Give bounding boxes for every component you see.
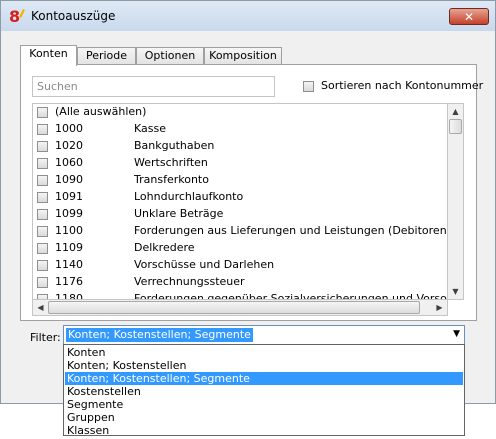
filter-option[interactable]: Segmente <box>65 398 463 411</box>
filter-option[interactable]: Klassen <box>65 424 463 437</box>
tab-periode[interactable]: Periode <box>77 47 136 65</box>
account-name: Delkredere <box>134 241 195 254</box>
list-item[interactable]: 1090 Transferkonto <box>33 172 437 189</box>
horizontal-scrollbar[interactable]: ◀ ▶ <box>32 300 448 316</box>
account-list[interactable]: (Alle auswählen) 1000 Kasse 1020 Bankgut… <box>32 103 448 300</box>
account-number: 1020 <box>55 139 83 152</box>
scroll-down-arrow-icon[interactable]: ▼ <box>448 284 463 299</box>
list-item[interactable]: 1109 Delkredere <box>33 240 437 257</box>
account-number: 1140 <box>55 258 83 271</box>
filter-label: Filter: <box>30 331 61 344</box>
account-name: Vorschüsse und Darlehen <box>134 258 275 271</box>
list-item[interactable]: 1000 Kasse <box>33 121 437 138</box>
konten-panel: Sortieren nach Kontonummer (Alle auswähl… <box>20 64 483 321</box>
list-item[interactable]: 1091 Lohndurchlaufkonto <box>33 189 437 206</box>
sort-checkbox-label: Sortieren nach Kontonummer <box>321 79 484 92</box>
list-item[interactable]: 1176 Verrechnungssteuer <box>33 274 437 291</box>
filter-option[interactable]: Konten <box>65 346 463 359</box>
title-bar[interactable]: 8 Kontoauszüge ✕ <box>1 1 495 31</box>
horizontal-scroll-thumb[interactable] <box>48 301 420 314</box>
select-all-label: (Alle auswählen) <box>55 105 147 118</box>
list-item[interactable]: 1140 Vorschüsse und Darlehen <box>33 257 437 274</box>
filter-selected-value: Konten; Kostenstellen; Segmente <box>66 328 253 342</box>
account-checkbox[interactable] <box>37 260 48 271</box>
filter-dropdown-list: Konten Konten; Kostenstellen Konten; Kos… <box>63 344 465 437</box>
account-checkbox[interactable] <box>37 192 48 203</box>
account-checkbox[interactable] <box>37 277 48 288</box>
account-name: Verrechnungssteuer <box>134 275 245 288</box>
account-number: 1000 <box>55 122 83 135</box>
account-name: Forderungen aus Lieferungen und Leistung… <box>134 224 448 237</box>
chevron-down-icon[interactable]: ▼ <box>453 329 460 339</box>
search-input[interactable] <box>32 76 275 97</box>
account-checkbox[interactable] <box>37 175 48 186</box>
list-item-select-all[interactable]: (Alle auswählen) <box>33 104 437 121</box>
filter-select[interactable]: Konten; Kostenstellen; Segmente ▼ <box>63 325 465 345</box>
tab-komposition[interactable]: Komposition <box>204 47 282 65</box>
account-name: Wertschriften <box>134 156 208 169</box>
account-checkbox[interactable] <box>37 243 48 254</box>
account-name: Forderungen gegenüber Sozialversicherung… <box>134 292 448 300</box>
account-name: Bankguthaben <box>134 139 215 152</box>
list-item[interactable]: 1099 Unklare Beträge <box>33 206 437 223</box>
account-checkbox[interactable] <box>37 209 48 220</box>
vertical-scroll-thumb[interactable] <box>449 119 462 134</box>
window-title: Kontoauszüge <box>31 9 116 23</box>
vertical-scrollbar[interactable]: ▲ ▼ <box>448 103 464 300</box>
account-name: Unklare Beträge <box>134 207 224 220</box>
account-checkbox[interactable] <box>37 226 48 237</box>
sort-checkbox[interactable] <box>303 81 314 92</box>
account-name: Lohndurchlaufkonto <box>134 190 244 203</box>
account-number: 1091 <box>55 190 83 203</box>
account-number: 1109 <box>55 241 83 254</box>
scroll-up-arrow-icon[interactable]: ▲ <box>448 104 463 119</box>
list-item[interactable]: 1020 Bankguthaben <box>33 138 437 155</box>
filter-option-highlighted[interactable]: Konten; Kostenstellen; Segmente <box>65 372 463 385</box>
account-number: 1090 <box>55 173 83 186</box>
list-item[interactable]: 1100 Forderungen aus Lieferungen und Lei… <box>33 223 447 240</box>
app-logo-icon: 8 <box>9 7 25 25</box>
filter-option[interactable]: Gruppen <box>65 411 463 424</box>
scroll-left-arrow-icon[interactable]: ◀ <box>33 300 48 315</box>
account-name: Kasse <box>134 122 166 135</box>
account-number: 1100 <box>55 224 83 237</box>
account-checkbox[interactable] <box>37 124 48 135</box>
select-all-checkbox[interactable] <box>37 107 48 118</box>
account-number: 1176 <box>55 275 83 288</box>
close-button[interactable]: ✕ <box>449 8 489 25</box>
tab-konten[interactable]: Konten <box>20 45 77 66</box>
account-checkbox[interactable] <box>37 141 48 152</box>
scroll-right-arrow-icon[interactable]: ▶ <box>432 300 447 315</box>
tab-optionen[interactable]: Optionen <box>136 47 204 65</box>
filter-option[interactable]: Konten; Kostenstellen <box>65 359 463 372</box>
filter-option[interactable]: Kostenstellen <box>65 385 463 398</box>
list-item[interactable]: 1180 Forderungen gegenüber Sozialversich… <box>33 291 447 300</box>
account-checkbox[interactable] <box>37 158 48 169</box>
account-name: Transferkonto <box>134 173 209 186</box>
close-icon: ✕ <box>463 10 475 24</box>
account-number: 1180 <box>55 292 83 300</box>
account-number: 1060 <box>55 156 83 169</box>
svg-text:8: 8 <box>9 7 20 25</box>
account-number: 1099 <box>55 207 83 220</box>
list-item[interactable]: 1060 Wertschriften <box>33 155 437 172</box>
